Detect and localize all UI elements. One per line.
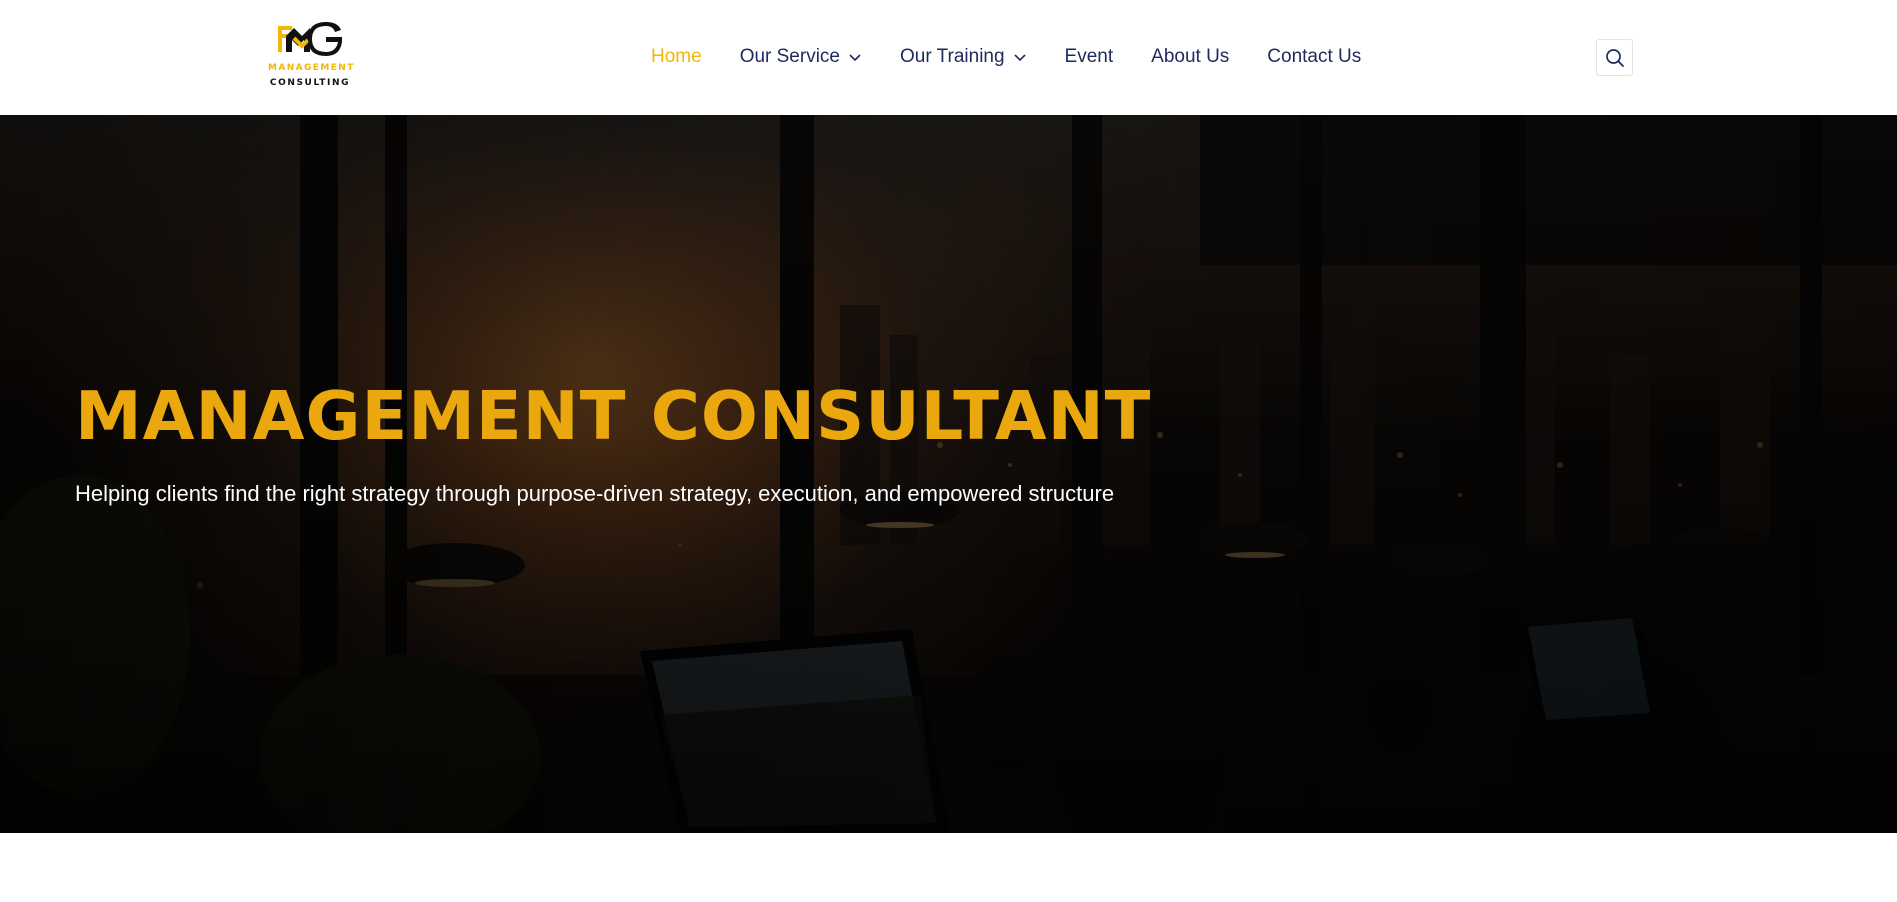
nav-label-home: Home <box>651 46 702 67</box>
chevron-down-icon <box>1013 54 1026 62</box>
hero-banner: MANAGEMENT CONSULTANT Helping clients fi… <box>0 115 1897 833</box>
nav-item-our-service[interactable]: Our Service <box>740 46 862 68</box>
nav-label-event: Event <box>1064 46 1114 67</box>
nav-item-our-training[interactable]: Our Training <box>900 46 1027 68</box>
site-header: MANAGEMENT CONSULTING Home Our Service O… <box>0 0 1897 115</box>
nav-label-about-us: About Us <box>1151 46 1230 67</box>
nav-item-about-us[interactable]: About Us <box>1151 46 1229 68</box>
search-button[interactable] <box>1596 39 1633 76</box>
nav-item-home[interactable]: Home <box>651 46 702 68</box>
logo-text-management: MANAGEMENT <box>268 63 355 73</box>
page-content-area <box>0 833 1897 902</box>
nav-label-contact-us: Contact Us <box>1267 46 1362 67</box>
logo-mark <box>278 22 342 56</box>
logo-text-consulting: CONSULTING <box>269 78 351 88</box>
nav-label-our-training: Our Training <box>900 46 1005 67</box>
search-icon <box>1605 48 1624 67</box>
hero-subtitle: Helping clients find the right strategy … <box>75 481 1115 506</box>
nav-label-our-service: Our Service <box>739 46 840 67</box>
chevron-down-icon <box>849 54 861 62</box>
hero-background-image <box>0 115 1897 833</box>
nav-item-contact-us[interactable]: Contact Us <box>1267 46 1361 68</box>
company-logo[interactable]: MANAGEMENT CONSULTING <box>268 22 355 88</box>
nav-item-event[interactable]: Event <box>1065 46 1114 68</box>
main-nav: Home Our Service Our Training Event Abou… <box>651 46 1361 68</box>
hero-title: MANAGEMENT CONSULTANT <box>75 377 1152 455</box>
